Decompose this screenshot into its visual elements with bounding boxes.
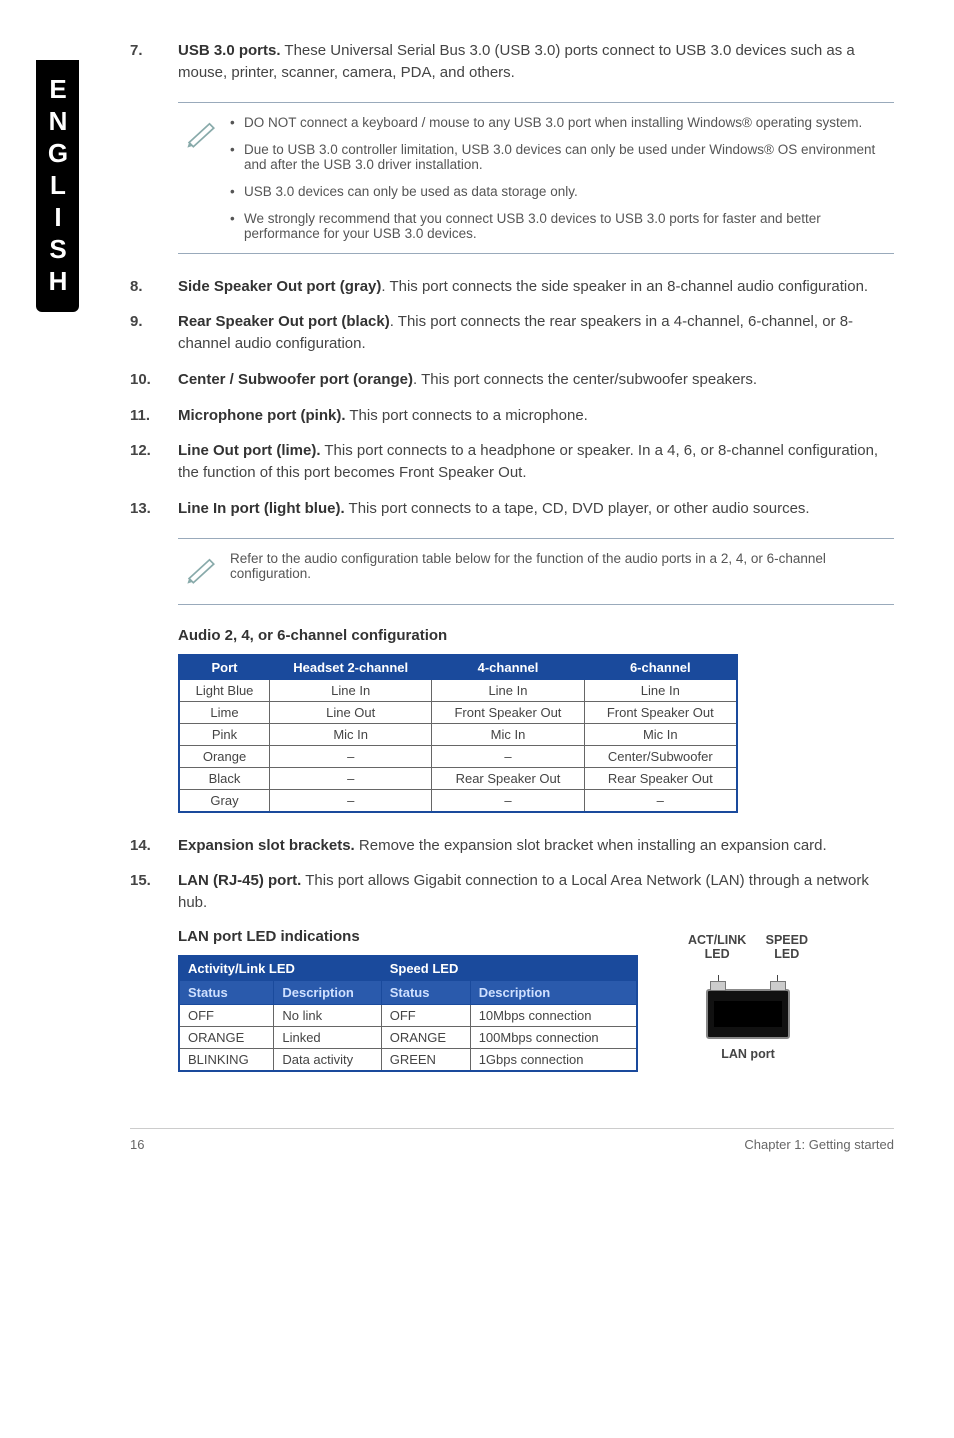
table-cell: GREEN <box>381 1048 470 1071</box>
table-header: Speed LED <box>381 956 637 981</box>
table-cell: OFF <box>381 1004 470 1026</box>
list-item-15: 15.LAN (RJ-45) port. This port allows Gi… <box>130 870 894 914</box>
table-cell: Rear Speaker Out <box>432 767 584 789</box>
table-cell: ORANGE <box>381 1026 470 1048</box>
table-cell: ORANGE <box>179 1026 274 1048</box>
table-cell: Gray <box>179 789 270 812</box>
list-item-14: 14.Expansion slot brackets. Remove the e… <box>130 835 894 857</box>
list-item-12: 12.Line Out port (lime). This port conne… <box>130 440 894 484</box>
led-label-right: SPEEDLED <box>766 933 808 961</box>
table-cell: Front Speaker Out <box>432 701 584 723</box>
lan-led-table: Activity/Link LED Speed LED Status Descr… <box>178 955 638 1072</box>
table-header: Headset 2-channel <box>270 655 432 680</box>
led-label-left: ACT/LINKLED <box>688 933 746 961</box>
table-subheader: Description <box>274 980 381 1004</box>
note-block-usb: DO NOT connect a keyboard / mouse to any… <box>178 102 894 254</box>
table-cell: 100Mbps connection <box>470 1026 637 1048</box>
table-cell: Rear Speaker Out <box>584 767 737 789</box>
table-cell: Mic In <box>432 723 584 745</box>
note-text: Refer to the audio configuration table b… <box>230 551 888 592</box>
table-cell: Linked <box>274 1026 381 1048</box>
table-cell: Orange <box>179 745 270 767</box>
note-bullet: Due to USB 3.0 controller limitation, US… <box>230 142 888 172</box>
table-cell: Black <box>179 767 270 789</box>
table-subheader: Status <box>179 980 274 1004</box>
table-cell: BLINKING <box>179 1048 274 1071</box>
table-cell: – <box>432 745 584 767</box>
table-cell: – <box>432 789 584 812</box>
list-item-7: 7. USB 3.0 ports. These Universal Serial… <box>130 40 894 84</box>
item-title: USB 3.0 ports. <box>178 42 281 59</box>
table-header: 6-channel <box>584 655 737 680</box>
table-cell: Lime <box>179 701 270 723</box>
list-item-11: 11.Microphone port (pink). This port con… <box>130 405 894 427</box>
audio-heading: Audio 2, 4, or 6-channel configuration <box>178 627 894 644</box>
table-cell: – <box>270 767 432 789</box>
list-item-10: 10.Center / Subwoofer port (orange). Thi… <box>130 369 894 391</box>
table-cell: – <box>270 789 432 812</box>
table-cell: Mic In <box>270 723 432 745</box>
table-cell: – <box>584 789 737 812</box>
table-cell: Line In <box>270 679 432 701</box>
note-icon <box>184 115 230 241</box>
page-number: 16 <box>130 1137 144 1152</box>
list-item-8: 8.Side Speaker Out port (gray). This por… <box>130 276 894 298</box>
page-footer: 16 Chapter 1: Getting started <box>130 1128 894 1152</box>
table-header: 4-channel <box>432 655 584 680</box>
list-item-9: 9.Rear Speaker Out port (black). This po… <box>130 311 894 355</box>
table-cell: Line In <box>584 679 737 701</box>
table-cell: No link <box>274 1004 381 1026</box>
language-tab: ENGLISH <box>36 60 79 312</box>
table-cell: OFF <box>179 1004 274 1026</box>
lan-port-diagram: ACT/LINKLED SPEEDLED LAN port <box>688 933 808 1061</box>
table-cell: – <box>270 745 432 767</box>
table-header: Port <box>179 655 270 680</box>
audio-config-table: Port Headset 2-channel 4-channel 6-chann… <box>178 654 738 813</box>
note-bullet: DO NOT connect a keyboard / mouse to any… <box>230 115 888 130</box>
item-number: 7. <box>130 40 178 84</box>
lan-port-caption: LAN port <box>688 1047 808 1061</box>
table-subheader: Status <box>381 980 470 1004</box>
table-cell: 10Mbps connection <box>470 1004 637 1026</box>
table-cell: Data activity <box>274 1048 381 1071</box>
table-cell: Front Speaker Out <box>584 701 737 723</box>
note-block-audio: Refer to the audio configuration table b… <box>178 538 894 605</box>
table-subheader: Description <box>470 980 637 1004</box>
list-item-13: 13.Line In port (light blue). This port … <box>130 498 894 520</box>
table-cell: Light Blue <box>179 679 270 701</box>
note-icon <box>184 551 230 592</box>
table-header: Activity/Link LED <box>179 956 381 981</box>
note-bullet: USB 3.0 devices can only be used as data… <box>230 184 888 199</box>
note-bullet: We strongly recommend that you connect U… <box>230 211 888 241</box>
table-cell: Center/Subwoofer <box>584 745 737 767</box>
chapter-name: Chapter 1: Getting started <box>744 1137 894 1152</box>
table-cell: Pink <box>179 723 270 745</box>
table-cell: Mic In <box>584 723 737 745</box>
table-cell: Line In <box>432 679 584 701</box>
table-cell: 1Gbps connection <box>470 1048 637 1071</box>
table-cell: Line Out <box>270 701 432 723</box>
